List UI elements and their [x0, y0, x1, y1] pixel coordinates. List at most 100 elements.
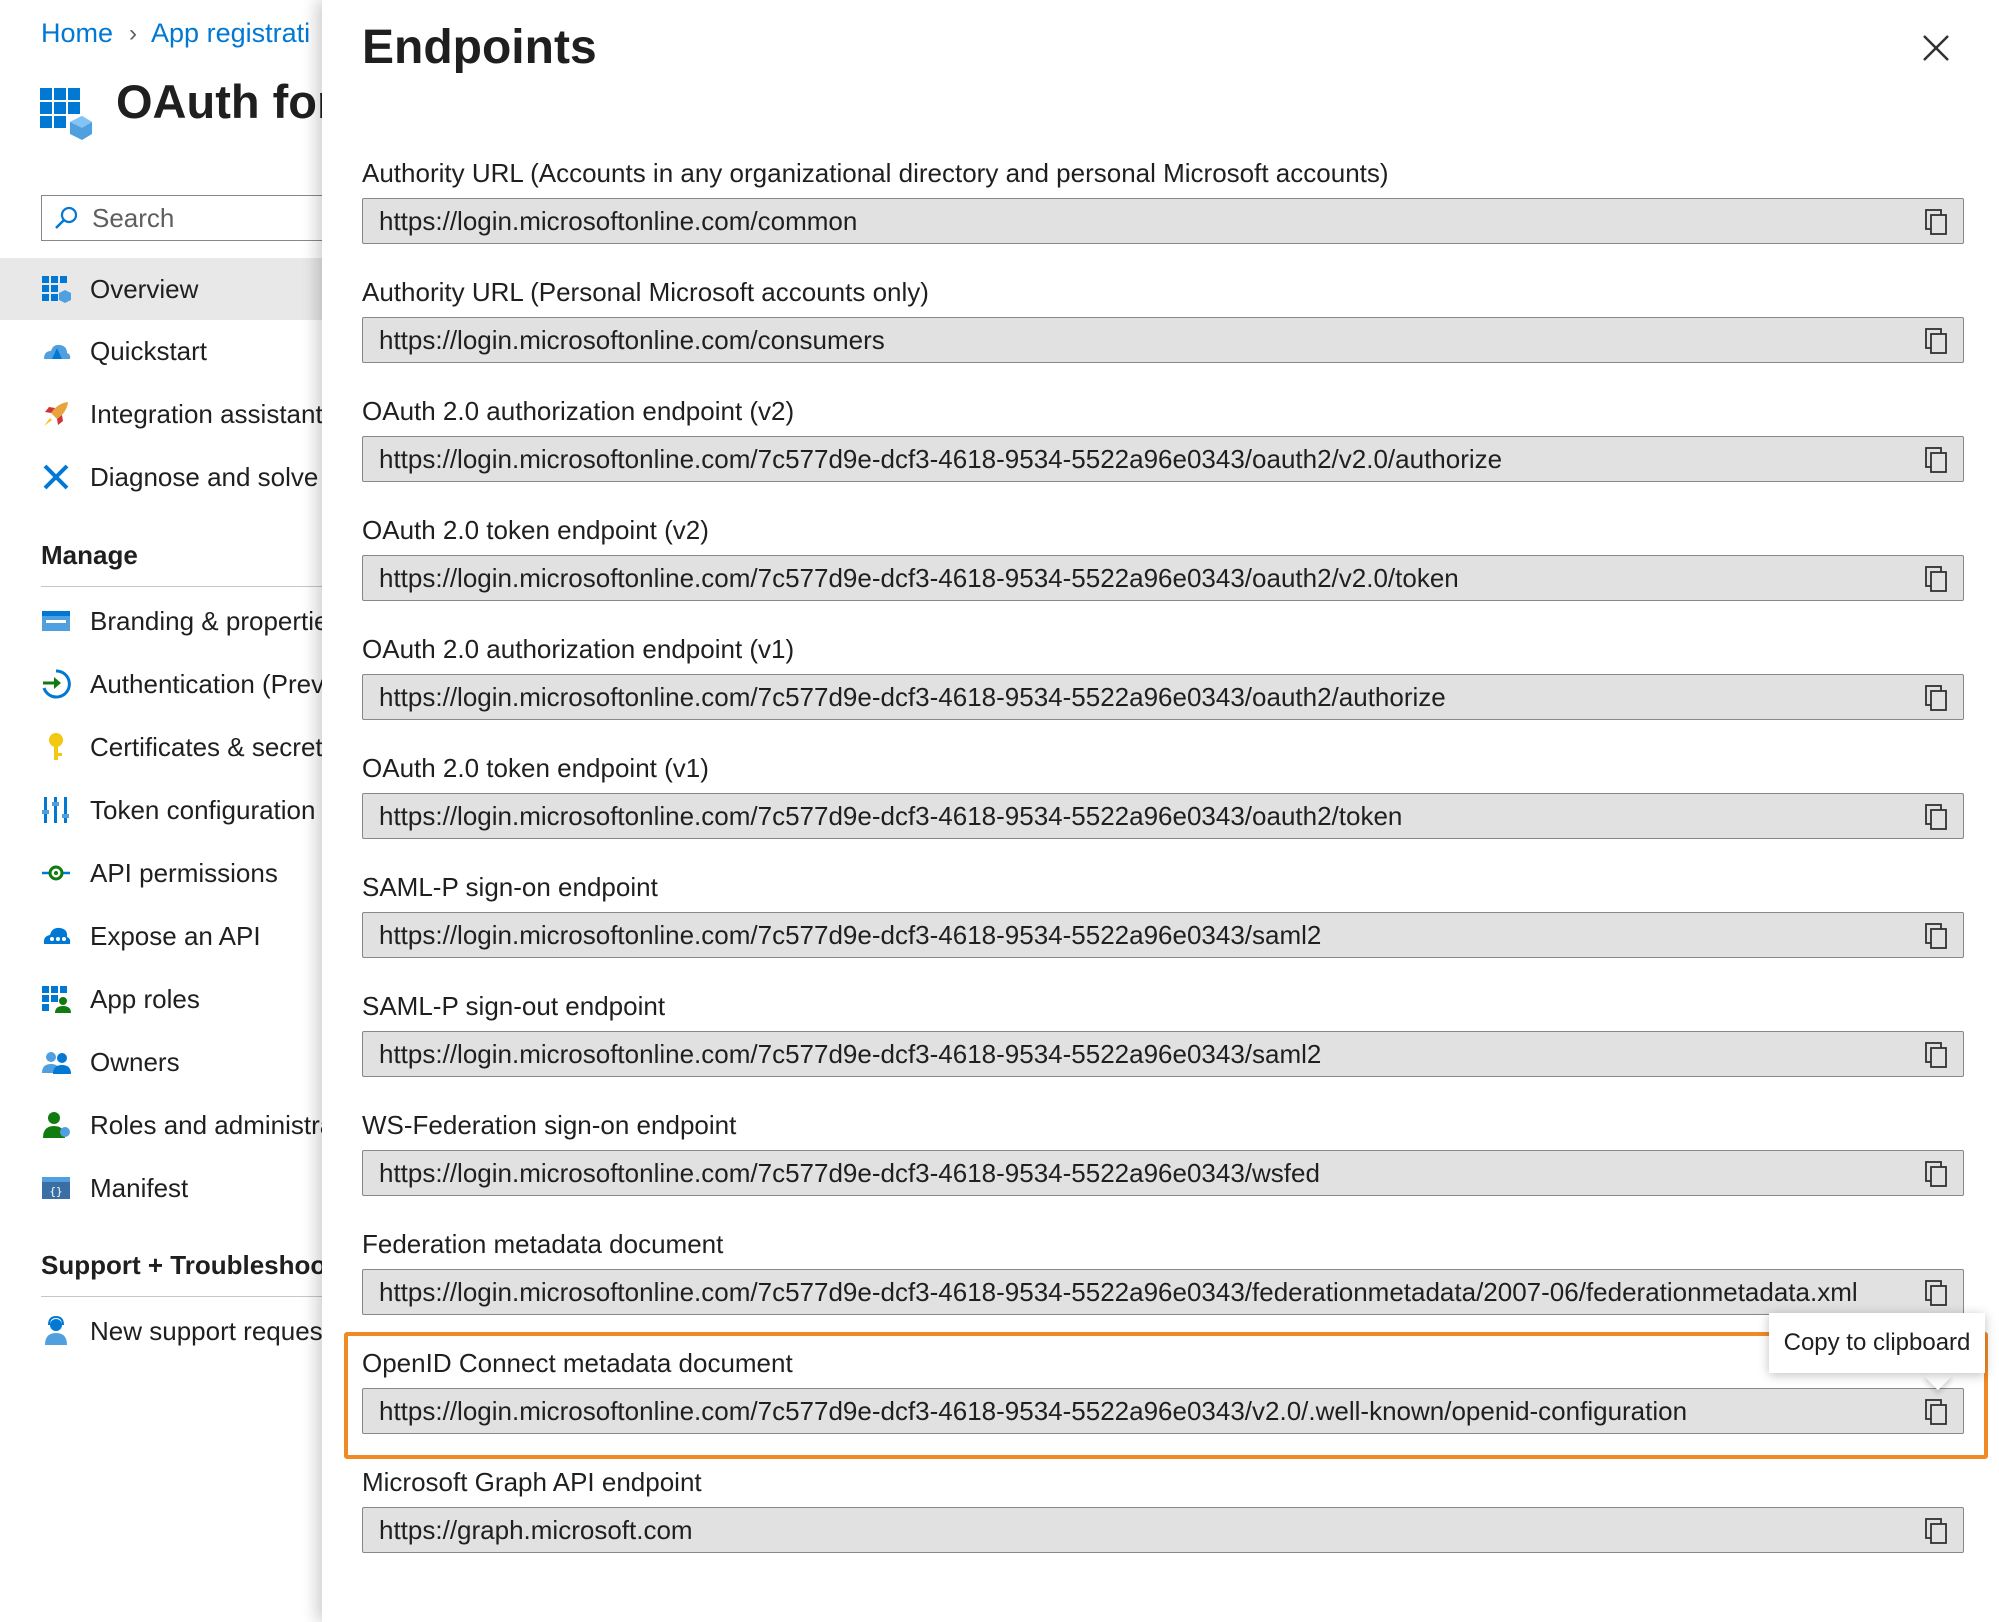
sidebar-item-label: API permissions	[90, 857, 278, 888]
api-permissions-icon	[40, 857, 72, 889]
sidebar-item-label: Overview	[90, 273, 199, 304]
endpoint-value[interactable]: https://login.microsoftonline.com/7c577d…	[379, 563, 1459, 594]
divider	[41, 586, 340, 587]
copy-icon[interactable]	[1921, 326, 1951, 356]
endpoint-label: SAML-P sign-on endpoint	[362, 872, 658, 902]
endpoint-field[interactable]: https://login.microsoftonline.com/7c577d…	[362, 1269, 1964, 1315]
sidebar-item-roles-and-administrators[interactable]: Roles and administra	[0, 1094, 340, 1156]
endpoint-value[interactable]: https://login.microsoftonline.com/7c577d…	[379, 1277, 1858, 1308]
sidebar-item-label: Expose an API	[90, 920, 261, 951]
sidebar-item-token-configuration[interactable]: Token configuration	[0, 779, 340, 841]
roles-icon	[40, 1109, 72, 1141]
endpoint-label: OAuth 2.0 token endpoint (v2)	[362, 515, 709, 545]
sidebar-item-api-permissions[interactable]: API permissions	[0, 842, 340, 904]
sidebar-item-quickstart[interactable]: Quickstart	[0, 320, 340, 382]
breadcrumb-home[interactable]: Home	[41, 18, 113, 49]
close-icon	[1923, 35, 1949, 61]
endpoint-field[interactable]: https://login.microsoftonline.com/7c577d…	[362, 793, 1964, 839]
owners-icon	[40, 1046, 72, 1078]
sidebar-item-expose-an-api[interactable]: Expose an API	[0, 905, 340, 967]
authentication-icon	[40, 668, 72, 700]
chevron-right-icon: ›	[129, 19, 138, 47]
copy-icon[interactable]	[1921, 802, 1951, 832]
sidebar-item-overview[interactable]: Overview	[0, 258, 340, 320]
endpoint-field[interactable]: https://login.microsoftonline.com/common	[362, 198, 1964, 244]
sidebar-item-diagnose-and-solve[interactable]: Diagnose and solve p	[0, 446, 340, 508]
endpoint-label: WS-Federation sign-on endpoint	[362, 1110, 737, 1140]
copy-icon[interactable]	[1921, 921, 1951, 951]
overview-icon	[40, 273, 72, 305]
sidebar-item-app-roles[interactable]: App roles	[0, 968, 340, 1030]
support-icon	[40, 1315, 72, 1347]
sidebar-item-label: New support request	[90, 1315, 330, 1346]
sidebar-item-owners[interactable]: Owners	[0, 1031, 340, 1093]
rocket-icon	[40, 398, 72, 430]
token-icon	[40, 794, 72, 826]
sidebar-item-label: Diagnose and solve p	[90, 461, 340, 492]
endpoint-value[interactable]: https://login.microsoftonline.com/7c577d…	[379, 920, 1321, 951]
endpoint-field[interactable]: https://login.microsoftonline.com/7c577d…	[362, 1031, 1964, 1077]
endpoint-value[interactable]: https://login.microsoftonline.com/7c577d…	[379, 444, 1502, 475]
breadcrumb-app-registrations[interactable]: App registrati	[151, 18, 310, 49]
copy-icon[interactable]	[1921, 1516, 1951, 1546]
copy-icon[interactable]	[1921, 564, 1951, 594]
endpoint-value[interactable]: https://login.microsoftonline.com/7c577d…	[379, 682, 1446, 713]
sidebar-item-label: App roles	[90, 983, 200, 1014]
sidebar-item-authentication[interactable]: Authentication (Previ	[0, 653, 340, 715]
manifest-icon: {}	[40, 1172, 72, 1204]
sidebar-item-integration-assistant[interactable]: Integration assistant	[0, 383, 340, 445]
sidebar-item-label: Manifest	[90, 1172, 189, 1203]
endpoint-label: OAuth 2.0 authorization endpoint (v2)	[362, 396, 795, 426]
endpoint-label: Microsoft Graph API endpoint	[362, 1467, 702, 1497]
sidebar-item-new-support-request[interactable]: New support request	[0, 1300, 340, 1362]
endpoint-value[interactable]: https://login.microsoftonline.com/7c577d…	[379, 1039, 1321, 1070]
endpoint-field[interactable]: https://graph.microsoft.com	[362, 1507, 1964, 1553]
quickstart-icon	[40, 335, 72, 367]
search-input[interactable]: Search	[41, 195, 340, 241]
copy-icon[interactable]	[1921, 1397, 1951, 1427]
endpoint-field[interactable]: https://login.microsoftonline.com/7c577d…	[362, 1150, 1964, 1196]
sidebar-item-label: Integration assistant	[90, 398, 323, 429]
endpoint-field[interactable]: https://login.microsoftonline.com/7c577d…	[362, 436, 1964, 482]
endpoint-label: SAML-P sign-out endpoint	[362, 991, 666, 1021]
endpoint-value[interactable]: https://login.microsoftonline.com/consum…	[379, 325, 885, 356]
sidebar-item-certificates[interactable]: Certificates & secrets	[0, 716, 340, 778]
endpoint-label: OAuth 2.0 authorization endpoint (v1)	[362, 634, 795, 664]
endpoint-field[interactable]: https://login.microsoftonline.com/consum…	[362, 317, 1964, 363]
endpoint-field[interactable]: https://login.microsoftonline.com/7c577d…	[362, 555, 1964, 601]
cloud-icon	[40, 920, 72, 952]
endpoint-value[interactable]: https://login.microsoftonline.com/7c577d…	[379, 1158, 1320, 1189]
endpoint-field[interactable]: https://login.microsoftonline.com/7c577d…	[362, 912, 1964, 958]
endpoint-label: Authority URL (Accounts in any organizat…	[362, 158, 1389, 188]
sidebar-item-label: Authentication (Previ	[90, 668, 330, 699]
close-button[interactable]	[1916, 28, 1956, 68]
sidebar-item-branding[interactable]: Branding & propertie	[0, 590, 340, 652]
divider	[41, 1296, 340, 1297]
copy-tooltip: Copy to clipboard	[1769, 1313, 1985, 1373]
search-icon	[52, 204, 80, 232]
endpoint-value[interactable]: https://login.microsoftonline.com/common	[379, 206, 857, 237]
endpoint-label: Federation metadata document	[362, 1229, 724, 1259]
endpoint-label: Authority URL (Personal Microsoft accoun…	[362, 277, 929, 307]
copy-icon[interactable]	[1921, 1040, 1951, 1070]
app-registration-blade: Home › App registrati OAuth for Search O…	[0, 0, 340, 1622]
copy-icon[interactable]	[1921, 1159, 1951, 1189]
endpoint-value[interactable]: https://login.microsoftonline.com/7c577d…	[379, 1396, 1687, 1427]
copy-icon[interactable]	[1921, 1278, 1951, 1308]
key-icon	[40, 731, 72, 763]
sidebar-item-manifest[interactable]: {} Manifest	[0, 1157, 340, 1219]
sidebar-item-label: Token configuration	[90, 794, 316, 825]
endpoint-label: OAuth 2.0 token endpoint (v1)	[362, 753, 709, 783]
copy-icon[interactable]	[1921, 445, 1951, 475]
endpoint-field[interactable]: https://login.microsoftonline.com/7c577d…	[362, 1388, 1964, 1434]
endpoint-value[interactable]: https://login.microsoftonline.com/7c577d…	[379, 801, 1402, 832]
endpoint-label: OpenID Connect metadata document	[362, 1348, 793, 1378]
app-registration-icon	[40, 88, 92, 140]
copy-icon[interactable]	[1921, 207, 1951, 237]
sidebar-item-label: Roles and administra	[90, 1109, 335, 1140]
endpoint-field[interactable]: https://login.microsoftonline.com/7c577d…	[362, 674, 1964, 720]
endpoint-value[interactable]: https://graph.microsoft.com	[379, 1515, 693, 1546]
app-roles-icon	[40, 983, 72, 1015]
copy-icon[interactable]	[1921, 683, 1951, 713]
sidebar-item-label: Owners	[90, 1046, 180, 1077]
